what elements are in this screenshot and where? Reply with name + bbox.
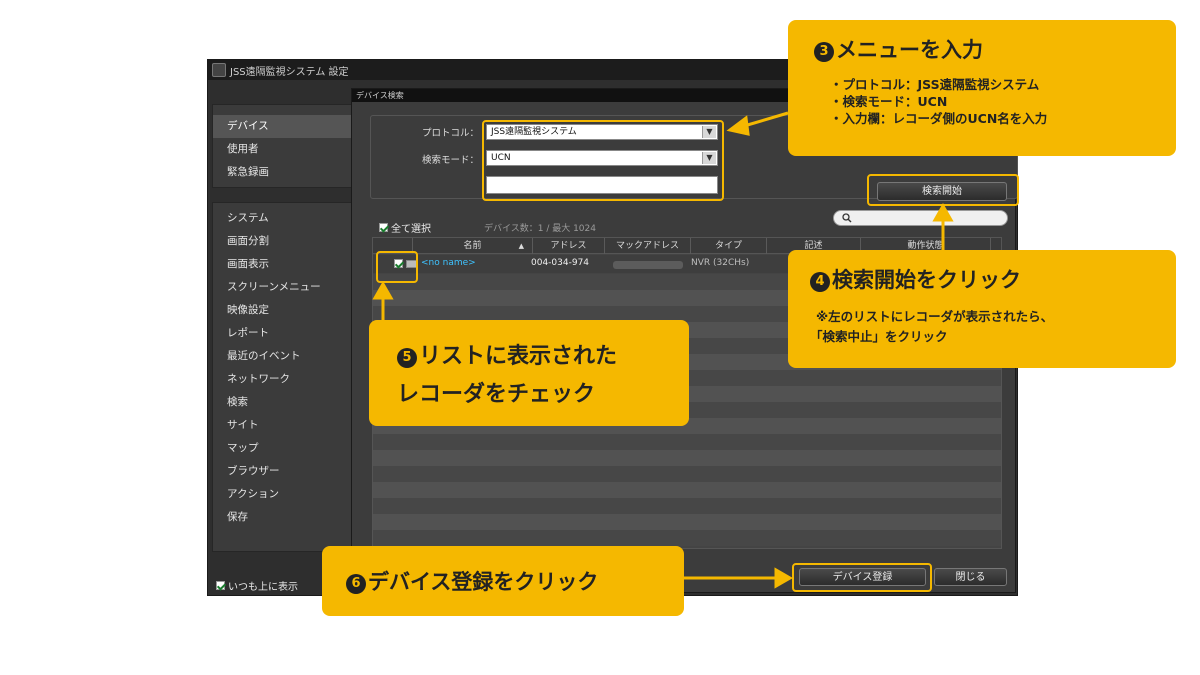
select-all-checkbox[interactable]: 全て選択: [379, 220, 431, 235]
sidebar-item-system[interactable]: システム: [213, 207, 351, 230]
step6-heading: 6 デバイス登録をクリック: [346, 566, 598, 596]
protocol-label: プロトコル：: [421, 128, 479, 139]
search-icon: [842, 213, 852, 223]
sidebar-item-search[interactable]: 検索: [213, 391, 351, 414]
search-start-button[interactable]: 検索開始: [877, 182, 1007, 201]
column-header-name-label: 名前: [463, 241, 482, 251]
step5-line2: レコーダをチェック: [397, 382, 596, 407]
dialog-title: デバイス検索: [356, 91, 404, 100]
row-device-name: <no name>: [421, 258, 476, 268]
search-mode-select[interactable]: UCN ▼: [486, 150, 718, 166]
step4-heading-text: 検索開始をクリック: [832, 268, 1021, 292]
sidebar-item-video-settings[interactable]: 映像設定: [213, 299, 351, 322]
sidebar-item-recent-events[interactable]: 最近のイベント: [213, 345, 351, 368]
column-header-mac[interactable]: マックアドレス: [605, 238, 691, 254]
sidebar-item-action[interactable]: アクション: [213, 483, 351, 506]
column-header-name[interactable]: 名前 ▲: [413, 238, 533, 254]
sidebar-item-emergency-recording[interactable]: 緊急録画: [213, 161, 351, 184]
step6-heading-text: デバイス登録をクリック: [368, 570, 599, 594]
sort-asc-icon: ▲: [518, 242, 524, 250]
step5-number: 5: [397, 348, 417, 368]
step5-callout: 5 リストに表示された レコーダをチェック: [369, 320, 689, 426]
protocol-select-value: JSS遠隔監視システム: [491, 127, 577, 137]
table-empty-row: [373, 450, 1001, 466]
device-type-icon: [406, 260, 417, 268]
step3-bullet-protocol: ・プロトコル：JSS遠隔監視システム: [830, 77, 1040, 92]
close-button[interactable]: 閉じる: [934, 568, 1007, 586]
sidebar-item-map[interactable]: マップ: [213, 437, 351, 460]
sidebar-item-users[interactable]: 使用者: [213, 138, 351, 161]
step4-callout: 4 検索開始をクリック ※左のリストにレコーダが表示されたら、 「検索中止」をクリ…: [788, 250, 1176, 368]
register-device-button[interactable]: デバイス登録: [799, 568, 926, 586]
sidebar-item-save[interactable]: 保存: [213, 506, 351, 529]
always-on-top-checkbox[interactable]: いつも上に表示: [216, 578, 298, 593]
step5-line1: 5 リストに表示された: [397, 338, 617, 370]
sidebar-item-site[interactable]: サイト: [213, 414, 351, 437]
table-empty-row: [373, 482, 1001, 498]
search-mode-select-value: UCN: [491, 153, 511, 163]
step6-callout: 6 デバイス登録をクリック: [322, 546, 684, 616]
step3-heading: 3 メニューを入力: [814, 34, 983, 64]
column-header-address[interactable]: アドレス: [533, 238, 605, 254]
chevron-down-icon[interactable]: ▼: [702, 126, 716, 138]
row-mac-blurred: [613, 261, 683, 269]
select-all-label: 全て選択: [391, 224, 431, 235]
sidebar-item-device[interactable]: デバイス: [213, 115, 351, 138]
sidebar-item-screen-split[interactable]: 画面分割: [213, 230, 351, 253]
column-header-type[interactable]: タイプ: [691, 238, 767, 254]
step3-bullet-search-mode: ・検索モード：UCN: [830, 94, 948, 109]
step4-number: 4: [810, 272, 830, 292]
protocol-select[interactable]: JSS遠隔監視システム ▼: [486, 124, 718, 140]
table-empty-row: [373, 466, 1001, 482]
settings-sidebar: デバイス 使用者 緊急録画 システム 画面分割 画面表示 スクリーンメニュー 映…: [212, 104, 352, 552]
step6-number: 6: [346, 574, 366, 594]
step3-heading-text: メニューを入力: [836, 38, 983, 62]
chevron-down-icon[interactable]: ▼: [702, 152, 716, 164]
checkbox-checked-icon[interactable]: [379, 223, 388, 232]
step3-callout: 3 メニューを入力 ・プロトコル：JSS遠隔監視システム ・検索モード：UCN ・…: [788, 20, 1176, 156]
ucn-name-input[interactable]: [486, 176, 718, 194]
table-empty-row: [373, 434, 1001, 450]
row-device-address: 004-034-974: [531, 258, 590, 268]
table-empty-row: [373, 530, 1001, 546]
step3-number: 3: [814, 42, 834, 62]
sidebar-item-network[interactable]: ネットワーク: [213, 368, 351, 391]
sidebar-item-screen-display[interactable]: 画面表示: [213, 253, 351, 276]
column-header-checkbox: [373, 238, 413, 254]
step5-line1-text: リストに表示された: [419, 344, 618, 369]
device-count: デバイス数：1 / 最大 1024: [484, 224, 596, 234]
sidebar-item-report[interactable]: レポート: [213, 322, 351, 345]
table-empty-row: [373, 514, 1001, 530]
sidebar-item-screen-menu[interactable]: スクリーンメニュー: [213, 276, 351, 299]
sidebar-group-secondary: システム 画面分割 画面表示 スクリーンメニュー 映像設定 レポート 最近のイベ…: [212, 202, 352, 552]
app-icon: [212, 63, 226, 77]
checkbox-checked-icon[interactable]: [216, 581, 225, 590]
always-on-top-label: いつも上に表示: [228, 582, 298, 593]
row-checkbox-checked[interactable]: [394, 259, 403, 268]
device-filter-search-input[interactable]: [833, 210, 1008, 226]
step4-note-line1: ※左のリストにレコーダが表示されたら、: [816, 309, 1054, 324]
step4-note-line2: 「検索中止」をクリック: [810, 329, 948, 344]
table-empty-row: [373, 498, 1001, 514]
step3-bullets: ・プロトコル：JSS遠隔監視システム ・検索モード：UCN ・入力欄：レコーダ側…: [830, 76, 1047, 127]
step4-heading: 4 検索開始をクリック: [810, 264, 1021, 294]
step3-bullet-input: ・入力欄：レコーダ側のUCN名を入力: [830, 111, 1048, 126]
row-device-type: NVR (32CHs): [691, 258, 750, 268]
search-mode-label: 検索モード：: [421, 155, 479, 166]
window-title: JSS遠隔監視システム 設定: [230, 67, 349, 78]
sidebar-item-browser[interactable]: ブラウザー: [213, 460, 351, 483]
sidebar-group-primary: デバイス 使用者 緊急録画: [212, 104, 352, 188]
